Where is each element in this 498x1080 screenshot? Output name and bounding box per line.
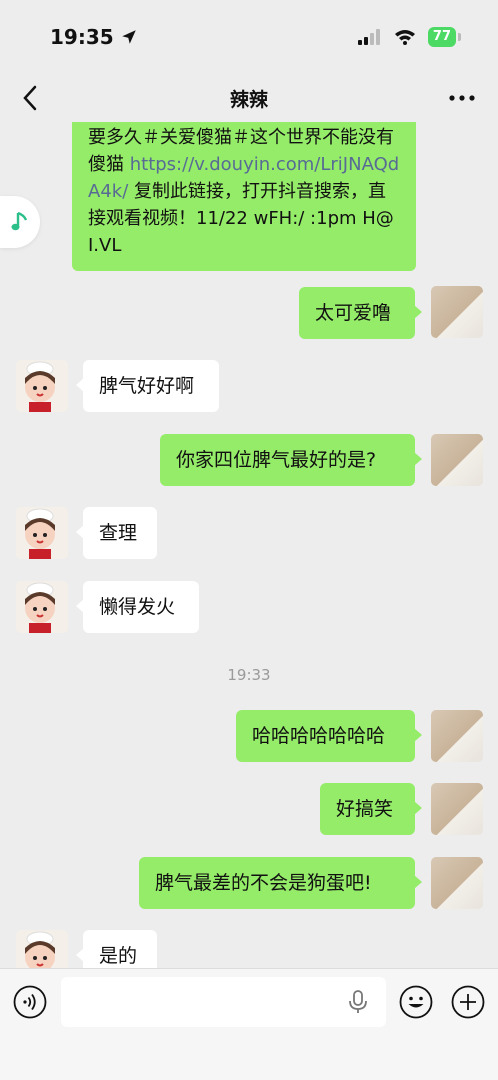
my-avatar[interactable] <box>431 857 483 909</box>
message-bubble-sent[interactable]: 太可爱噜 <box>299 287 422 339</box>
message-bubble-sent[interactable]: 哈哈哈哈哈哈哈 <box>236 710 422 762</box>
message-text: 好搞笑 <box>336 798 394 820</box>
contact-avatar[interactable] <box>16 581 68 633</box>
contact-avatar[interactable] <box>16 360 68 412</box>
message-input[interactable] <box>61 977 386 1027</box>
location-arrow-icon <box>121 30 136 44</box>
message-bubble-sent[interactable]: 好搞笑 <box>320 783 422 835</box>
status-time: 19:35 <box>50 25 114 49</box>
message-text: 查理 <box>99 522 138 544</box>
mic-button[interactable] <box>346 989 370 1015</box>
message-bubble-received[interactable]: 是的 <box>76 930 157 968</box>
doll-avatar-icon <box>16 507 68 559</box>
doll-avatar-icon <box>16 930 68 968</box>
message-text: 脾气好好啊 <box>99 375 195 397</box>
message-bubble-received[interactable]: 懒得发火 <box>76 581 199 633</box>
contact-avatar[interactable] <box>16 507 68 559</box>
more-button[interactable] <box>444 82 480 114</box>
floating-music-button[interactable] <box>0 196 40 248</box>
chat-title: 辣辣 <box>229 88 268 111</box>
message-timestamp: 19:33 <box>227 666 271 684</box>
emoji-icon <box>399 985 433 1019</box>
emoji-button[interactable] <box>399 985 433 1019</box>
shared-link-message[interactable]: 要多久＃关爱傻猫＃这个世界不能没有傻猫 https://v.douyin.com… <box>72 122 416 271</box>
status-time-group: 19:35 <box>50 25 138 49</box>
doll-avatar-icon <box>16 360 68 412</box>
message-list[interactable]: 要多久＃关爱傻猫＃这个世界不能没有傻猫 https://v.douyin.com… <box>0 122 498 968</box>
battery-indicator: 77 <box>427 27 462 47</box>
voice-toggle-button[interactable] <box>13 985 47 1019</box>
status-indicators: 77 <box>357 27 462 47</box>
plus-icon <box>451 985 485 1019</box>
message-text: 懒得发火 <box>99 596 176 618</box>
message-bubble-sent[interactable]: 你家四位脾气最好的是? <box>160 434 422 486</box>
message-text: 太可爱噜 <box>315 302 392 324</box>
message-text: 脾气最差的不会是狗蛋吧! <box>155 872 372 894</box>
my-avatar[interactable] <box>431 286 483 338</box>
nav-bar: 辣辣 <box>0 74 498 122</box>
my-avatar[interactable] <box>431 783 483 835</box>
more-functions-button[interactable] <box>451 985 485 1019</box>
signal-icon <box>357 29 380 45</box>
voice-icon <box>13 985 47 1019</box>
my-avatar[interactable] <box>431 434 483 486</box>
contact-avatar[interactable] <box>16 930 68 968</box>
status-bar: 19:35 77 <box>0 0 498 74</box>
back-button[interactable] <box>14 82 46 114</box>
wifi-icon <box>394 30 415 45</box>
more-icon <box>449 95 475 101</box>
my-avatar[interactable] <box>431 710 483 762</box>
message-text: 你家四位脾气最好的是? <box>176 449 377 471</box>
doll-avatar-icon <box>16 581 68 633</box>
share-text-tail: 复制此链接，打开抖音搜索，直接观看视频！11/22 wFH:/ :1pm H@I… <box>88 181 394 256</box>
input-bar <box>0 968 498 1080</box>
back-icon <box>23 85 37 111</box>
message-text: 哈哈哈哈哈哈哈 <box>252 725 386 747</box>
music-note-icon <box>11 211 28 231</box>
message-bubble-received[interactable]: 查理 <box>76 507 157 559</box>
chat-screen: 19:35 77 辣辣 要多久＃关爱傻猫＃这个世界不能没有傻猫 https://… <box>0 0 498 1080</box>
message-text: 是的 <box>99 945 138 967</box>
mic-icon <box>349 990 367 1013</box>
message-bubble-received[interactable]: 脾气好好啊 <box>76 360 219 412</box>
message-bubble-sent[interactable]: 脾气最差的不会是狗蛋吧! <box>139 857 422 909</box>
